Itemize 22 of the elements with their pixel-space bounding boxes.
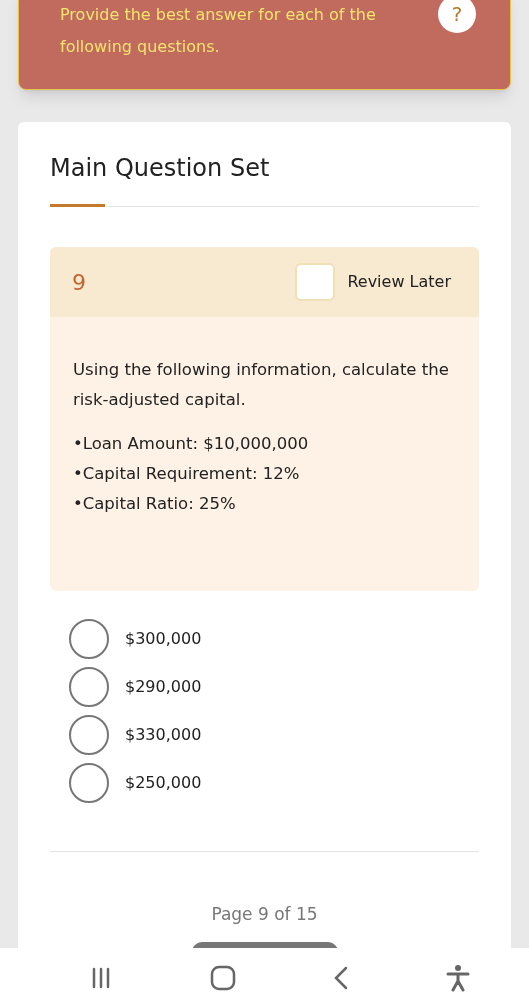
instructions-text: Provide the best answer for each of the following questions. [60, 4, 377, 58]
review-checkbox[interactable] [295, 263, 336, 301]
option-label[interactable]: $330,000 [125, 723, 202, 747]
fact-line: •Capital Ratio: 25% [73, 493, 237, 515]
home-icon[interactable] [209, 965, 236, 991]
radio-button[interactable] [69, 619, 109, 659]
question-prompt: Using the following information, calculate the risk-adjusted capital. [73, 359, 450, 411]
help-button[interactable]: ? [438, 0, 476, 33]
question-number: 9 [72, 268, 86, 297]
fact-line: •Capital Requirement: 12% [73, 463, 301, 485]
option-label[interactable]: $290,000 [125, 675, 202, 699]
fact-line: •Loan Amount: $10,000,000 [73, 433, 310, 455]
page-indicator: Page 9 of 15 [211, 903, 318, 926]
radio-button[interactable] [69, 667, 109, 707]
back-icon[interactable] [333, 966, 350, 990]
section-title: Main Question Set [50, 153, 271, 184]
accessibility-icon[interactable] [446, 964, 471, 992]
option-label[interactable]: $300,000 [125, 627, 202, 651]
radio-button[interactable] [69, 763, 109, 803]
option-label[interactable]: $250,000 [125, 771, 202, 795]
radio-button[interactable] [69, 715, 109, 755]
review-later-label[interactable]: Review Later [347, 270, 451, 294]
